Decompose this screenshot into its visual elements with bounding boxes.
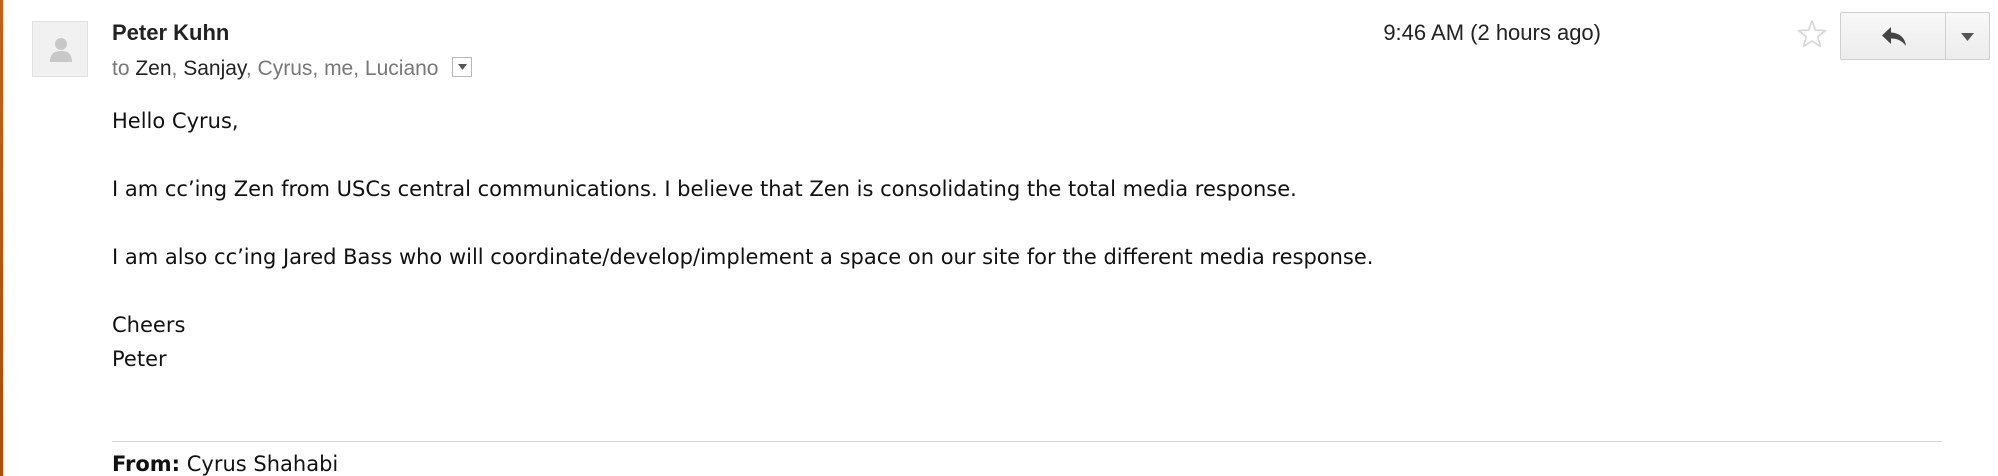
recipient-zen[interactable]: Zen xyxy=(135,57,171,80)
default-avatar-icon xyxy=(50,38,72,62)
recipient-luciano[interactable]: Luciano xyxy=(365,57,439,80)
message-time: 9:46 AM (2 hours ago) xyxy=(1383,20,1601,45)
closing: Cheers xyxy=(112,313,186,337)
body-paragraph: I am cc’ing Zen from USCs central commun… xyxy=(112,177,1297,201)
chevron-down-icon xyxy=(458,64,468,71)
recipients-line: to Zen, Sanjay, Cyrus, me, Luciano xyxy=(112,57,473,81)
quoted-from-value: Cyrus Shahabi xyxy=(186,452,339,476)
show-details-button[interactable] xyxy=(452,57,473,78)
greeting: Hello Cyrus, xyxy=(112,109,239,133)
recipient-separator: , xyxy=(171,57,184,80)
recipient-separator: , xyxy=(312,57,325,80)
recipient-separator: , xyxy=(245,57,258,80)
quote-divider xyxy=(112,441,1942,442)
body-paragraph: I am also cc’ing Jared Bass who will coo… xyxy=(112,245,1374,269)
chevron-down-icon xyxy=(1961,33,1974,41)
reply-button[interactable] xyxy=(1840,12,1946,60)
recipient-sanjay[interactable]: Sanjay xyxy=(183,57,246,80)
reply-icon xyxy=(1882,27,1906,46)
recipient-cyrus[interactable]: Cyrus xyxy=(258,57,313,80)
message-body: Hello Cyrus, I am cc’ing Zen from USCs c… xyxy=(112,104,1932,376)
to-prefix: to xyxy=(112,57,130,80)
window-edge xyxy=(0,0,3,476)
recipient-me[interactable]: me xyxy=(324,57,353,80)
quoted-from-line: From: Cyrus Shahabi xyxy=(112,452,338,476)
more-actions-button[interactable] xyxy=(1945,12,1990,60)
sender-name[interactable]: Peter Kuhn xyxy=(112,20,229,46)
star-icon xyxy=(1797,20,1827,48)
signature: Peter xyxy=(112,347,167,371)
star-button[interactable] xyxy=(1796,18,1828,55)
quoted-from-label: From: xyxy=(112,452,181,476)
recipient-separator: , xyxy=(353,57,365,80)
sender-avatar[interactable] xyxy=(32,21,88,77)
